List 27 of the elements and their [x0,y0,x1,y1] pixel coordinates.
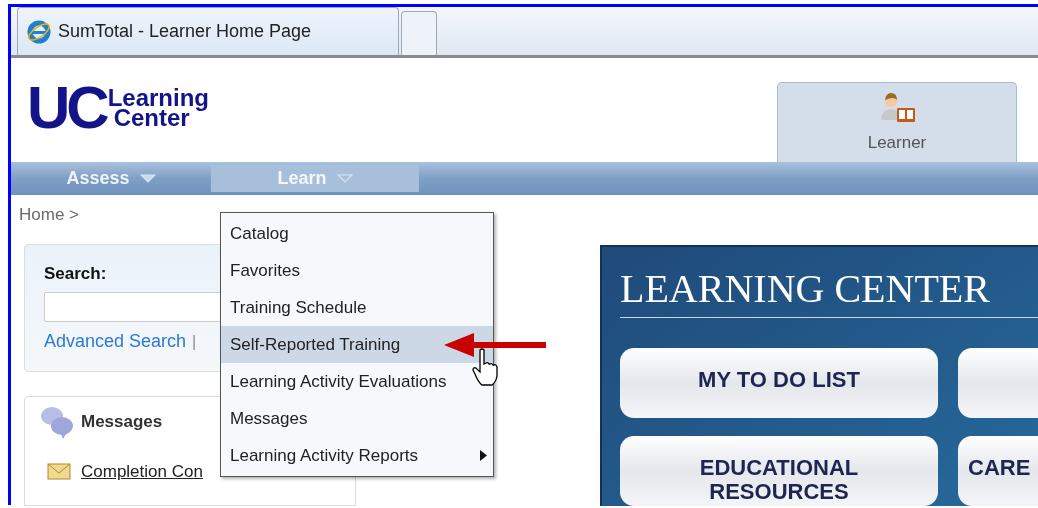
logo-mark: UC [27,82,106,134]
menu-item[interactable]: Learning Activity Reports [221,437,493,474]
envelope-icon [47,462,71,480]
separator: | [192,331,197,352]
browser-tab-title: SumTotal - Learner Home Page [58,20,312,43]
menu-item[interactable]: Messages [221,400,493,437]
caret-icon [336,174,353,183]
message-link[interactable]: Completion Con [81,458,203,484]
menu-item[interactable]: Training Schedule [221,289,493,326]
advanced-search-link[interactable]: Advanced Search [44,328,187,355]
banner-button[interactable] [958,348,1038,418]
browser-tab[interactable]: SumTotal - Learner Home Page [17,7,399,55]
messages-title: Messages [81,410,163,433]
banner-button[interactable]: CARE [958,436,1038,506]
menu-item[interactable]: Self-Reported Training [221,326,493,363]
logo-text: Center [113,108,190,128]
banner-title: LEARNING CENTER [620,267,991,311]
chat-bubbles-icon [39,404,75,439]
role-tab[interactable]: Learner [777,82,1017,162]
new-tab-button[interactable] [401,11,437,55]
caret-icon [139,174,156,183]
search-label: Search: [44,262,107,285]
banner-button[interactable]: EDUCATIONAL RESOURCES [620,436,938,506]
menu-item[interactable]: Favorites [221,252,493,289]
browser-logo-icon [26,18,52,45]
menu-item[interactable]: Catalog [221,215,493,252]
banner-button[interactable]: MY TO DO LIST [620,348,938,418]
